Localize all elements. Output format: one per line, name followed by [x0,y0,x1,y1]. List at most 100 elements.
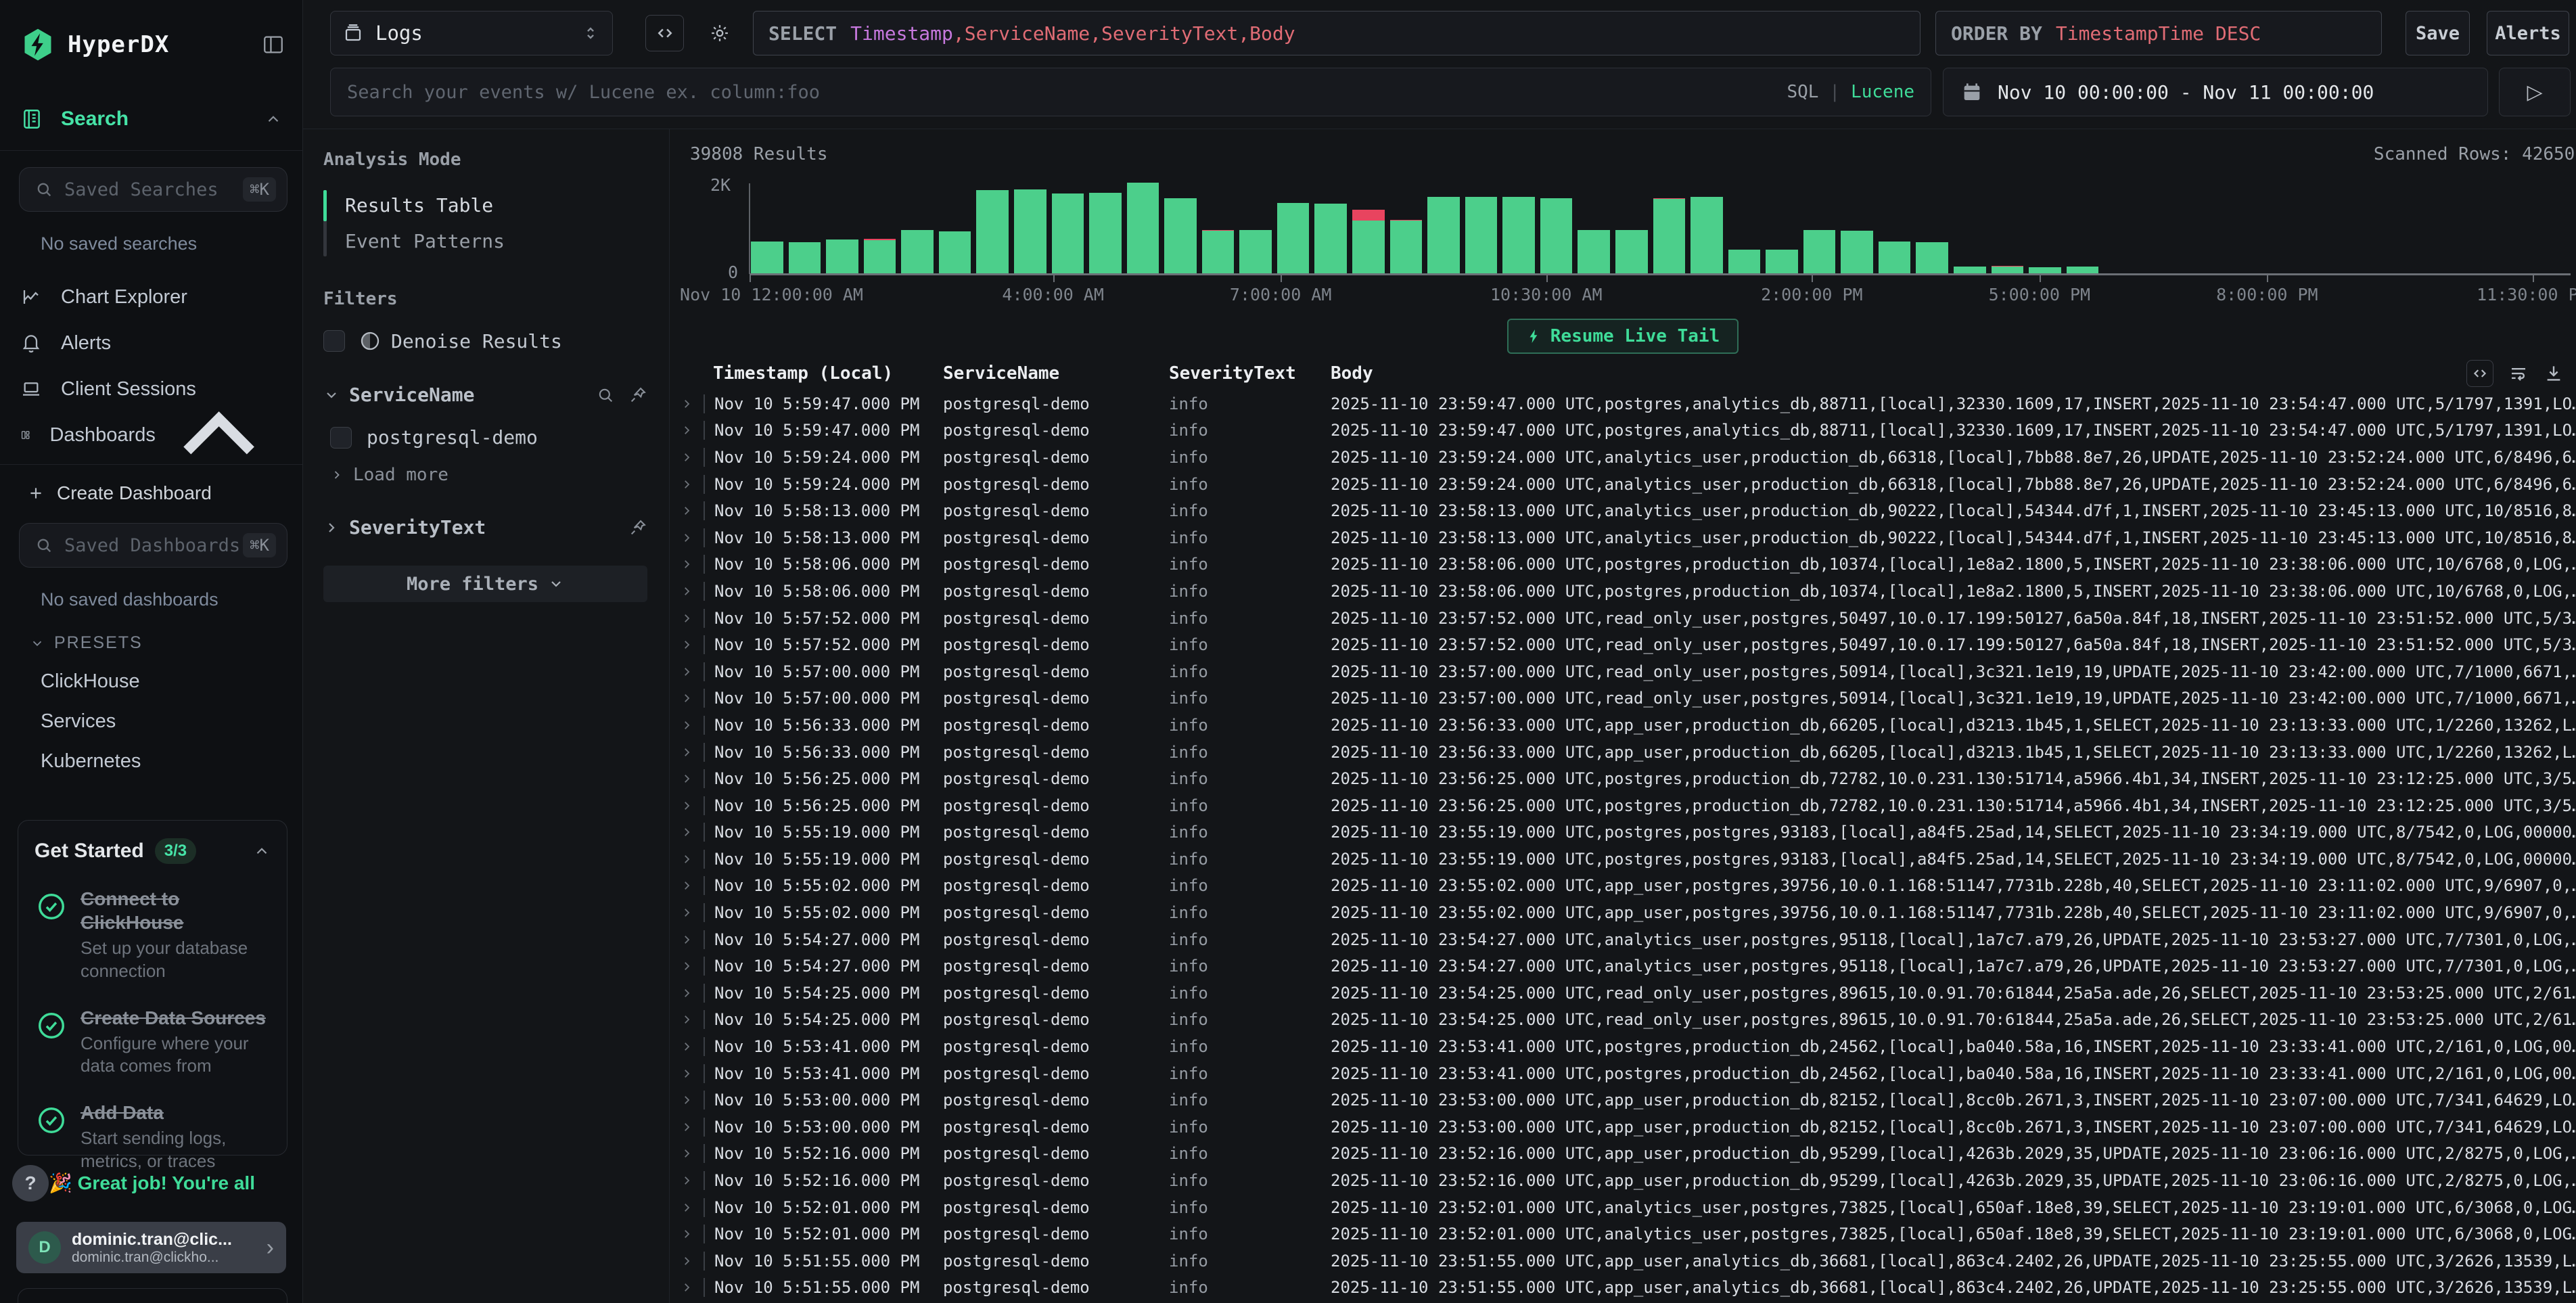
preset-item[interactable]: Kubernetes [41,750,302,773]
histogram-bar[interactable] [939,231,971,273]
table-row[interactable]: Nov 10 5:52:01.000 PMpostgresql-demoinfo… [670,1220,2576,1248]
table-row[interactable]: Nov 10 5:54:27.000 PMpostgresql-demoinfo… [670,953,2576,980]
row-expand-chevron[interactable] [670,1094,704,1106]
table-row[interactable]: Nov 10 5:53:00.000 PMpostgresql-demoinfo… [670,1087,2576,1114]
filter-option-postgresql-demo[interactable]: postgresql-demo [330,426,647,449]
column-header-servicename[interactable]: ServiceName [934,363,1159,384]
histogram-bar[interactable] [976,190,1009,273]
row-expand-chevron[interactable] [670,1068,704,1080]
histogram-bar[interactable] [1427,197,1460,273]
table-row[interactable]: Nov 10 5:52:16.000 PMpostgresql-demoinfo… [670,1167,2576,1194]
user-profile-button[interactable]: D dominic.tran@clic... dominic.tran@clic… [16,1222,286,1273]
table-row[interactable]: Nov 10 5:51:55.000 PMpostgresql-demoinfo… [670,1275,2576,1302]
lang-toggle-sql[interactable]: SQL [1787,82,1818,102]
select-query-input[interactable]: SELECT Timestamp,ServiceName,SeverityTex… [753,11,1920,55]
row-expand-chevron[interactable] [670,1281,704,1294]
table-row[interactable]: Nov 10 5:53:00.000 PMpostgresql-demoinfo… [670,1114,2576,1141]
denoise-checkbox[interactable] [323,330,345,352]
table-row[interactable]: Nov 10 5:58:13.000 PMpostgresql-demoinfo… [670,524,2576,551]
table-row[interactable]: Nov 10 5:56:33.000 PMpostgresql-demoinfo… [670,739,2576,766]
denoise-results-toggle[interactable]: Denoise Results [323,329,647,352]
row-expand-chevron[interactable] [670,1013,704,1026]
row-expand-chevron[interactable] [670,1041,704,1053]
row-expand-chevron[interactable] [670,1147,704,1160]
histogram-bar[interactable] [1314,204,1347,273]
histogram-bar[interactable] [1390,220,1423,273]
get-started-item[interactable]: Add DataStart sending logs, metrics, or … [34,1101,271,1173]
histogram-bar[interactable] [1916,242,1948,273]
histogram-bar[interactable] [1992,266,2024,273]
row-expand-chevron[interactable] [670,1174,704,1187]
histogram-bar[interactable] [901,230,934,273]
table-row[interactable]: Nov 10 5:55:02.000 PMpostgresql-demoinfo… [670,899,2576,926]
filter-group-severitytext[interactable]: SeverityText [323,516,647,539]
row-expand-chevron[interactable] [670,478,704,490]
row-expand-chevron[interactable] [670,826,704,838]
row-expand-chevron[interactable] [670,800,704,812]
lang-toggle-lucene[interactable]: Lucene [1851,82,1914,102]
saved-dashboards-input[interactable]: Saved Dashboards ⌘K [19,523,288,568]
row-expand-chevron[interactable] [670,398,704,410]
search-icon[interactable] [596,386,615,405]
sidebar-item-chart-explorer[interactable]: Chart Explorer [0,281,302,313]
table-code-button[interactable] [2466,360,2493,387]
histogram-bar[interactable] [1803,230,1836,273]
histogram-bar[interactable] [1014,189,1046,273]
histogram-bar[interactable] [864,239,896,273]
table-row[interactable]: Nov 10 5:55:19.000 PMpostgresql-demoinfo… [670,819,2576,846]
table-row[interactable]: Nov 10 5:51:55.000 PMpostgresql-demoinfo… [670,1248,2576,1275]
wrap-lines-icon[interactable] [2508,363,2529,384]
histogram-bar[interactable] [1540,198,1573,273]
pin-icon[interactable] [628,518,647,537]
column-header-body[interactable]: Body [1321,363,2576,384]
histogram-bar[interactable] [1954,267,1986,273]
row-expand-chevron[interactable] [670,719,704,731]
preset-item[interactable]: ClickHouse [41,670,302,693]
column-header-timestamp[interactable]: Timestamp (Local) [704,363,934,384]
row-expand-chevron[interactable] [670,960,704,972]
resume-live-tail-button[interactable]: Resume Live Tail [1507,319,1739,354]
row-expand-chevron[interactable] [670,987,704,999]
row-expand-chevron[interactable] [670,1121,704,1133]
table-row[interactable]: Nov 10 5:57:52.000 PMpostgresql-demoinfo… [670,631,2576,658]
presets-toggle[interactable]: PRESETS [30,633,302,653]
table-row[interactable]: Nov 10 5:59:47.000 PMpostgresql-demoinfo… [670,417,2576,444]
row-expand-chevron[interactable] [670,1255,704,1267]
histogram-bar[interactable] [1728,250,1761,273]
histogram-bar[interactable] [1653,198,1686,273]
query-settings-button[interactable] [700,14,739,53]
get-started-item[interactable]: Create Data SourcesConfigure where your … [34,1006,271,1078]
table-row[interactable]: Nov 10 5:57:00.000 PMpostgresql-demoinfo… [670,685,2576,712]
histogram-bar[interactable] [1578,230,1610,273]
row-expand-chevron[interactable] [670,1228,704,1240]
histogram-bar[interactable] [1089,193,1122,273]
histogram-bar[interactable] [1127,183,1159,273]
histogram-bar[interactable] [1277,203,1310,273]
more-filters-button[interactable]: More filters [323,566,647,602]
row-expand-chevron[interactable] [670,773,704,785]
table-row[interactable]: Nov 10 5:57:52.000 PMpostgresql-demoinfo… [670,605,2576,632]
date-range-picker[interactable]: Nov 10 00:00:00 - Nov 11 00:00:00 [1943,68,2488,116]
column-header-severitytext[interactable]: SeverityText [1159,363,1321,384]
saved-searches-input[interactable]: Saved Searches ⌘K [19,167,288,212]
table-row[interactable]: Nov 10 5:59:24.000 PMpostgresql-demoinfo… [670,471,2576,498]
histogram-bar[interactable] [1615,230,1648,273]
sidebar-item-alerts[interactable]: Alerts [0,327,302,359]
row-expand-chevron[interactable] [670,934,704,946]
histogram-bar[interactable] [1164,198,1197,273]
mode-results-table[interactable]: Results Table [325,187,647,223]
pin-icon[interactable] [628,386,647,405]
download-icon[interactable] [2544,363,2564,384]
sidebar-item-search[interactable]: Search [0,101,302,137]
filter-group-servicename[interactable]: ServiceName [323,384,647,406]
table-row[interactable]: Nov 10 5:57:00.000 PMpostgresql-demoinfo… [670,658,2576,685]
row-expand-chevron[interactable] [670,879,704,892]
sql-editor-button[interactable] [645,15,684,51]
filter-option-checkbox[interactable] [330,427,352,449]
table-row[interactable]: Nov 10 5:54:25.000 PMpostgresql-demoinfo… [670,1007,2576,1034]
sidebar-item-dashboards[interactable]: Dashboards [0,419,302,451]
row-expand-chevron[interactable] [670,666,704,678]
histogram-bar[interactable] [1239,230,1272,273]
row-expand-chevron[interactable] [670,505,704,517]
table-row[interactable]: Nov 10 5:58:06.000 PMpostgresql-demoinfo… [670,578,2576,605]
